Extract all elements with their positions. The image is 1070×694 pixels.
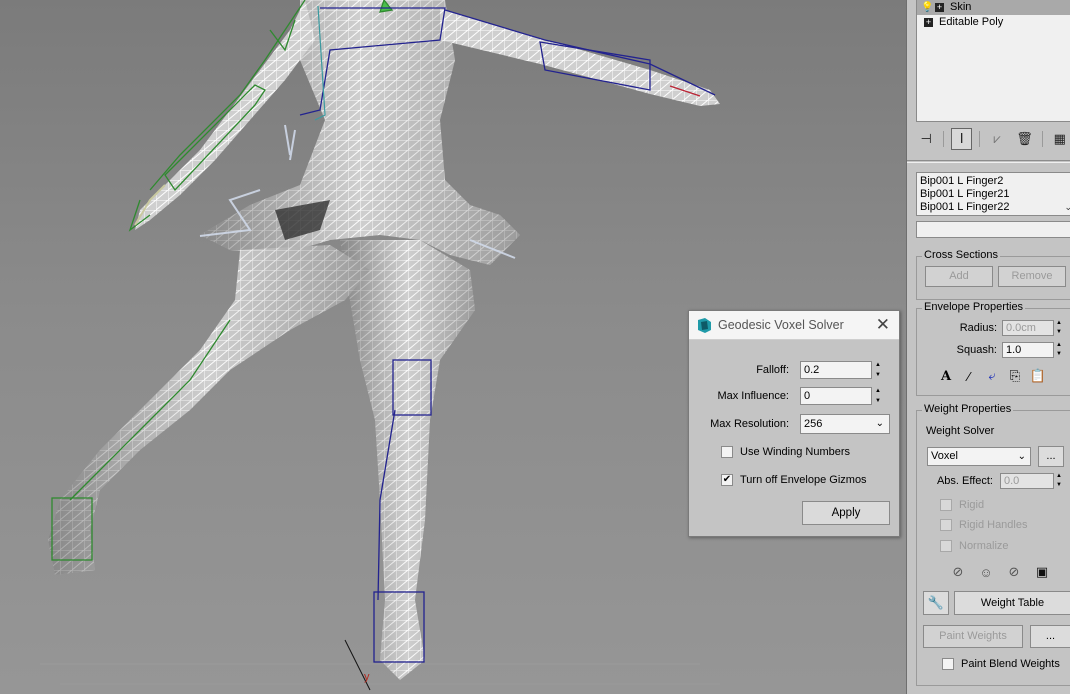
weight-solver-options-button[interactable]: ... (1038, 446, 1064, 467)
chevron-down-icon: ⌄ (875, 418, 884, 429)
abs-effect-spinner[interactable]: Abs. Effect: 0.0 ▲ ▼ (917, 473, 1063, 489)
bone-list-item[interactable]: Bip001 L Finger21 (920, 188, 1070, 201)
max-resolution-row: Max Resolution: 256 ⌄ (689, 414, 890, 434)
weight-tools: ⊘ ☺ ⊘ ▣ (947, 563, 1054, 581)
expand-plus-icon[interactable]: + (935, 2, 944, 12)
add-cross-section-button[interactable]: Add (925, 266, 993, 287)
falloff-field[interactable]: 0.2 (800, 361, 872, 379)
normalize-checkbox[interactable]: Normalize (940, 540, 1009, 552)
dialog-titlebar[interactable]: Geodesic Voxel Solver ✕ (689, 311, 899, 340)
envelope-tools: A ∕ ⤶ ⎘ 📋 (935, 367, 1050, 385)
modifier-stack-list[interactable]: 💡 + Skin + Editable Poly (916, 0, 1070, 122)
max-resolution-dropdown[interactable]: 256 ⌄ (800, 414, 890, 434)
command-panel: 💡 + Skin + Editable Poly ⊣ Ⅰ ⩗ 🗑 ▦ Bip001 L… (906, 0, 1070, 694)
modifier-label: Skin (950, 1, 972, 13)
spinner-arrows-icon[interactable]: ▲ ▼ (1055, 473, 1063, 489)
cross-sections-group: Cross Sections Add Remove (916, 249, 1070, 300)
include-verts-icon[interactable]: ☺ (975, 563, 997, 581)
max-influence-field[interactable]: 0 (800, 387, 872, 405)
copy-icon[interactable]: ⎘ (1004, 367, 1026, 385)
use-winding-numbers-checkbox[interactable]: Use Winding Numbers (721, 446, 850, 458)
weight-properties-group: Weight Properties Weight Solver Voxel ⌄ … (916, 403, 1070, 686)
select-excluded-icon[interactable]: ⊘ (1003, 563, 1025, 581)
winding-label: Use Winding Numbers (740, 446, 851, 458)
rigid-checkbox[interactable]: Rigid (940, 499, 984, 511)
squash-spinner[interactable]: Squash: 1.0 ▲ ▼ (917, 342, 1063, 358)
make-unique-icon[interactable]: ⩗ (987, 128, 1007, 150)
exclude-verts-icon[interactable]: ⊘ (947, 563, 969, 581)
spinner-arrows-icon[interactable]: ▲ ▼ (1055, 342, 1063, 358)
bone-list-item[interactable]: Bip001 L Finger22 (920, 201, 1070, 214)
configure-sets-icon[interactable]: ▦ (1050, 128, 1070, 150)
bone-name-field[interactable] (916, 221, 1070, 238)
expand-plus-icon[interactable]: + (924, 17, 933, 27)
weight-table-button[interactable]: Weight Table (954, 591, 1070, 615)
max-resolution-label: Max Resolution: (710, 418, 789, 430)
weight-solver-label: Weight Solver (926, 425, 995, 437)
spinner-arrows-icon[interactable]: ▲ ▼ (873, 387, 883, 405)
normalize-label: Normalize (959, 540, 1009, 552)
apply-button[interactable]: Apply (802, 501, 890, 525)
abs-effect-field[interactable]: 0.0 (1000, 473, 1054, 489)
stack-toolbar: ⊣ Ⅰ ⩗ 🗑 ▦ (916, 126, 1070, 152)
modifier-editable-poly[interactable]: + Editable Poly (917, 15, 1070, 30)
close-icon[interactable]: ✕ (876, 316, 890, 333)
group-title: Weight Properties (922, 403, 1014, 415)
radius-field[interactable]: 0.0cm (1002, 320, 1054, 336)
envelope-visible-icon[interactable]: ∕ (958, 367, 980, 385)
remove-modifier-icon[interactable]: 🗑 (1014, 128, 1034, 150)
envelope-gizmos-label: Turn off Envelope Gizmos (740, 474, 867, 486)
max-influence-spinner[interactable]: Max Influence: 0 ▲ ▼ (689, 387, 883, 405)
rigid-label: Rigid (959, 499, 985, 511)
rigid-handles-label: Rigid Handles (959, 519, 1028, 531)
checkmark-icon: ✔ (721, 474, 733, 486)
modifier-skin[interactable]: 💡 + Skin (917, 0, 1070, 15)
spinner-arrows-icon[interactable]: ▲ ▼ (1055, 320, 1063, 336)
radius-spinner[interactable]: Radius: 0.0cm ▲ ▼ (917, 320, 1063, 336)
radius-label: Radius: (959, 322, 997, 334)
scroll-down-icon[interactable]: ⌄ (1064, 202, 1070, 213)
paint-options-button[interactable]: ... (1030, 625, 1070, 648)
falloff-label: Falloff: (756, 364, 789, 376)
remove-cross-section-button[interactable]: Remove (998, 266, 1066, 287)
group-title: Cross Sections (922, 249, 1000, 261)
chevron-down-icon: ⌄ (1017, 451, 1026, 462)
group-title: Envelope Properties (922, 301, 1026, 313)
geodesic-voxel-solver-dialog: Geodesic Voxel Solver ✕ Falloff: 0.2 ▲ ▼ … (688, 310, 900, 537)
squash-label: Squash: (956, 344, 997, 356)
pin-stack-icon[interactable]: ⊣ (916, 128, 936, 150)
y-axis-label: y (364, 671, 370, 683)
abs-effect-label: Abs. Effect: (936, 475, 993, 487)
paint-weights-button[interactable]: Paint Weights (923, 625, 1023, 648)
envelope-properties-group: Envelope Properties Radius: 0.0cm ▲ ▼ Squ… (916, 301, 1070, 396)
paint-blend-label: Paint Blend Weights (961, 658, 1060, 670)
turn-off-envelope-gizmos-checkbox[interactable]: ✔ Turn off Envelope Gizmos (721, 474, 867, 486)
show-end-result-icon[interactable]: Ⅰ (951, 128, 972, 150)
wrench-icon[interactable]: 🔧 (923, 591, 949, 615)
dialog-title: Geodesic Voxel Solver (718, 318, 844, 332)
rigid-handles-checkbox[interactable]: Rigid Handles (940, 519, 1027, 531)
spinner-arrows-icon[interactable]: ▲ ▼ (873, 361, 883, 379)
weight-solver-dropdown[interactable]: Voxel ⌄ (927, 447, 1031, 466)
weight-solver-value: Voxel (931, 450, 958, 462)
bone-list[interactable]: Bip001 L Finger2 Bip001 L Finger21 Bip00… (916, 172, 1070, 216)
absolute-icon[interactable]: A (935, 367, 957, 385)
falloff-icon[interactable]: ⤶ (981, 367, 1003, 385)
max-influence-label: Max Influence: (717, 390, 789, 402)
lightbulb-icon[interactable]: 💡 (921, 0, 933, 15)
paste-icon[interactable]: 📋 (1027, 367, 1049, 385)
falloff-spinner[interactable]: Falloff: 0.2 ▲ ▼ (689, 361, 883, 379)
bone-list-item[interactable]: Bip001 L Finger2 (920, 175, 1070, 188)
squash-field[interactable]: 1.0 (1002, 342, 1054, 358)
paint-blend-weights-checkbox[interactable]: Paint Blend Weights (942, 658, 1060, 670)
modifier-label: Editable Poly (939, 16, 1004, 28)
bake-weights-icon[interactable]: ▣ (1031, 563, 1053, 581)
3dsmax-logo-icon (698, 318, 711, 333)
max-resolution-value: 256 (804, 418, 823, 430)
